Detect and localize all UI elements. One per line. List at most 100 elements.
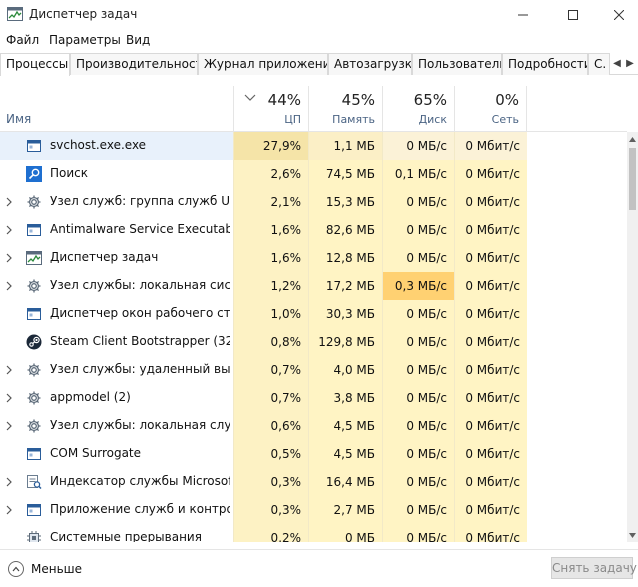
expand-chevron-right-icon[interactable]	[4, 224, 14, 236]
process-name-cell[interactable]: Диспетчер окон рабочего сто...	[0, 300, 233, 328]
process-row[interactable]: Системные прерывания 0,2% 0 МБ 0 МБ/с 0 Мбит…	[0, 524, 627, 542]
process-name: COM Surrogate	[50, 446, 142, 460]
title-bar: Диспетчер задач	[0, 0, 638, 30]
end-task-button[interactable]: Снять задачу	[551, 557, 637, 579]
column-memory-header[interactable]: 45% Память	[308, 86, 382, 131]
close-button[interactable]	[596, 0, 638, 30]
window-title: Диспетчер задач	[29, 7, 138, 21]
tab-performance[interactable]: Производительность	[70, 53, 198, 75]
process-name-cell[interactable]: Antimalware Service Executable	[0, 216, 233, 244]
process-name-cell[interactable]: Приложение служб и контро...	[0, 496, 233, 524]
process-name: Приложение служб и контро...	[50, 502, 230, 516]
cpu-chip-icon	[26, 530, 42, 542]
process-name: Узел службы: локальная сист...	[50, 278, 230, 292]
tab-scroll-left-icon[interactable]: ◀	[612, 55, 622, 73]
process-cpu: 0,5%	[233, 440, 308, 468]
steam-icon	[26, 334, 42, 350]
process-memory: 16,4 МБ	[308, 468, 382, 496]
process-cpu: 0,6%	[233, 412, 308, 440]
column-cpu-header[interactable]: 44% ЦП	[233, 86, 308, 131]
network-column-label: Сеть	[491, 113, 519, 126]
tab-startup[interactable]: Автозагрузка	[328, 53, 412, 75]
search-app-icon	[26, 166, 42, 182]
process-name: Диспетчер окон рабочего сто...	[50, 306, 230, 320]
process-name-cell[interactable]: Индексатор службы Microsoft...	[0, 468, 233, 496]
gear-icon	[26, 278, 42, 294]
process-row[interactable]: COM Surrogate 0,5% 4,5 МБ 0 МБ/с 0 Мбит/с	[0, 440, 627, 468]
menu-view[interactable]: Вид	[126, 33, 150, 47]
fewer-details-button[interactable]: Меньше	[8, 559, 82, 579]
process-memory: 17,2 МБ	[308, 272, 382, 300]
process-name: Steam Client Bootstrapper (32 б...	[50, 334, 230, 348]
process-name-cell[interactable]: Поиск	[0, 160, 233, 188]
process-name-cell[interactable]: Узел службы: удаленный выз...	[0, 356, 233, 384]
expand-chevron-right-icon[interactable]	[4, 364, 14, 376]
tab-app-history[interactable]: Журнал приложений	[198, 53, 328, 75]
process-cpu: 0,3%	[233, 496, 308, 524]
process-memory: 0 МБ	[308, 524, 382, 542]
process-name-cell[interactable]: Steam Client Bootstrapper (32 б...	[0, 328, 233, 356]
expand-chevron-right-icon[interactable]	[4, 280, 14, 292]
process-name-cell[interactable]: svchost.exe.exe	[0, 132, 233, 160]
maximize-button[interactable]	[550, 0, 596, 30]
process-cpu: 0,7%	[233, 384, 308, 412]
process-row[interactable]: Узел службы: локальная сист... 1,2% 17,2 М…	[0, 272, 627, 300]
process-name-cell[interactable]: COM Surrogate	[0, 440, 233, 468]
task-manager-icon	[26, 250, 42, 266]
process-name: svchost.exe.exe	[50, 138, 147, 152]
process-row[interactable]: Диспетчер задач 1,6% 12,8 МБ 0 МБ/с 0 Мбит/с	[0, 244, 627, 272]
expand-chevron-right-icon[interactable]	[4, 420, 14, 432]
process-name-cell[interactable]: Системные прерывания	[0, 524, 233, 542]
process-name-cell[interactable]: Узел службы: локальная сист...	[0, 272, 233, 300]
process-name-cell[interactable]: appmodel (2)	[0, 384, 233, 412]
process-row[interactable]: Узел службы: локальная служ...0,6%4,5 МБ…	[0, 412, 627, 440]
process-row[interactable]: Узел служб: группа служб Uni...2,1%15,3 …	[0, 188, 627, 216]
window-app-icon	[26, 222, 42, 238]
process-row[interactable]: Диспетчер окон рабочего сто... 1,0% 30,3 М…	[0, 300, 627, 328]
process-disk: 0 МБ/с	[382, 440, 454, 468]
process-disk: 0 МБ/с	[382, 468, 454, 496]
process-row[interactable]: Индексатор службы Microsoft... 0,3% 16,4 М…	[0, 468, 627, 496]
process-row[interactable]: svchost.exe.exe 27,9% 1,1 МБ 0 МБ/с 0 Мбит/с	[0, 132, 627, 160]
process-network: 0 Мбит/с	[454, 356, 527, 384]
process-name-cell[interactable]: Узел службы: локальная служ...	[0, 412, 233, 440]
process-disk: 0 МБ/с	[382, 524, 454, 542]
expand-chevron-right-icon[interactable]	[4, 476, 14, 488]
tab-scroll-right-icon[interactable]: ▶	[625, 55, 635, 73]
window-app-icon	[26, 502, 42, 518]
scrollbar-thumb[interactable]	[629, 148, 636, 210]
column-network-header[interactable]: 0% Сеть	[454, 86, 527, 131]
gear-icon	[26, 390, 42, 406]
expand-chevron-right-icon[interactable]	[4, 196, 14, 208]
column-name-header[interactable]: Имя	[6, 112, 31, 126]
tab-services[interactable]: С.	[588, 53, 610, 75]
process-name-cell[interactable]: Узел служб: группа служб Uni...	[0, 188, 233, 216]
process-row[interactable]: Поиск 2,6% 74,5 МБ 0,1 МБ/с 0 Мбит/с	[0, 160, 627, 188]
scroll-up-icon[interactable]	[627, 132, 638, 146]
process-row[interactable]: Приложение служб и контро... 0,3% 2,7 МБ 0 …	[0, 496, 627, 524]
scroll-down-icon[interactable]	[627, 528, 638, 542]
disk-total-percent: 65%	[413, 91, 447, 109]
expand-chevron-right-icon[interactable]	[4, 392, 14, 404]
menu-file[interactable]: Файл	[6, 33, 39, 47]
process-row[interactable]: Steam Client Bootstrapper (32 б...0,8%12…	[0, 328, 627, 356]
menu-options[interactable]: Параметры	[49, 33, 121, 47]
process-network: 0 Мбит/с	[454, 412, 527, 440]
process-row[interactable]: Узел службы: удаленный выз... 0,7% 4,0 МБ 0…	[0, 356, 627, 384]
tab-processes[interactable]: Процессы	[0, 53, 70, 76]
expand-chevron-right-icon[interactable]	[4, 504, 14, 516]
process-row[interactable]: appmodel (2) 0,7% 3,8 МБ 0 МБ/с 0 Мбит/с	[0, 384, 627, 412]
tab-users[interactable]: Пользователи	[412, 53, 502, 75]
process-name-cell[interactable]: Диспетчер задач	[0, 244, 233, 272]
tab-details[interactable]: Подробности	[502, 53, 588, 75]
expand-chevron-right-icon[interactable]	[4, 252, 14, 264]
process-row[interactable]: Antimalware Service Executable 1,6% 82,6 М…	[0, 216, 627, 244]
process-network: 0 Мбит/с	[454, 244, 527, 272]
process-network: 0 Мбит/с	[454, 328, 527, 356]
vertical-scrollbar[interactable]	[627, 132, 638, 542]
memory-column-label: Память	[332, 113, 375, 126]
maximize-icon	[568, 10, 578, 20]
network-total-percent: 0%	[495, 91, 519, 109]
minimize-button[interactable]	[500, 0, 546, 30]
column-disk-header[interactable]: 65% Диск	[382, 86, 454, 131]
